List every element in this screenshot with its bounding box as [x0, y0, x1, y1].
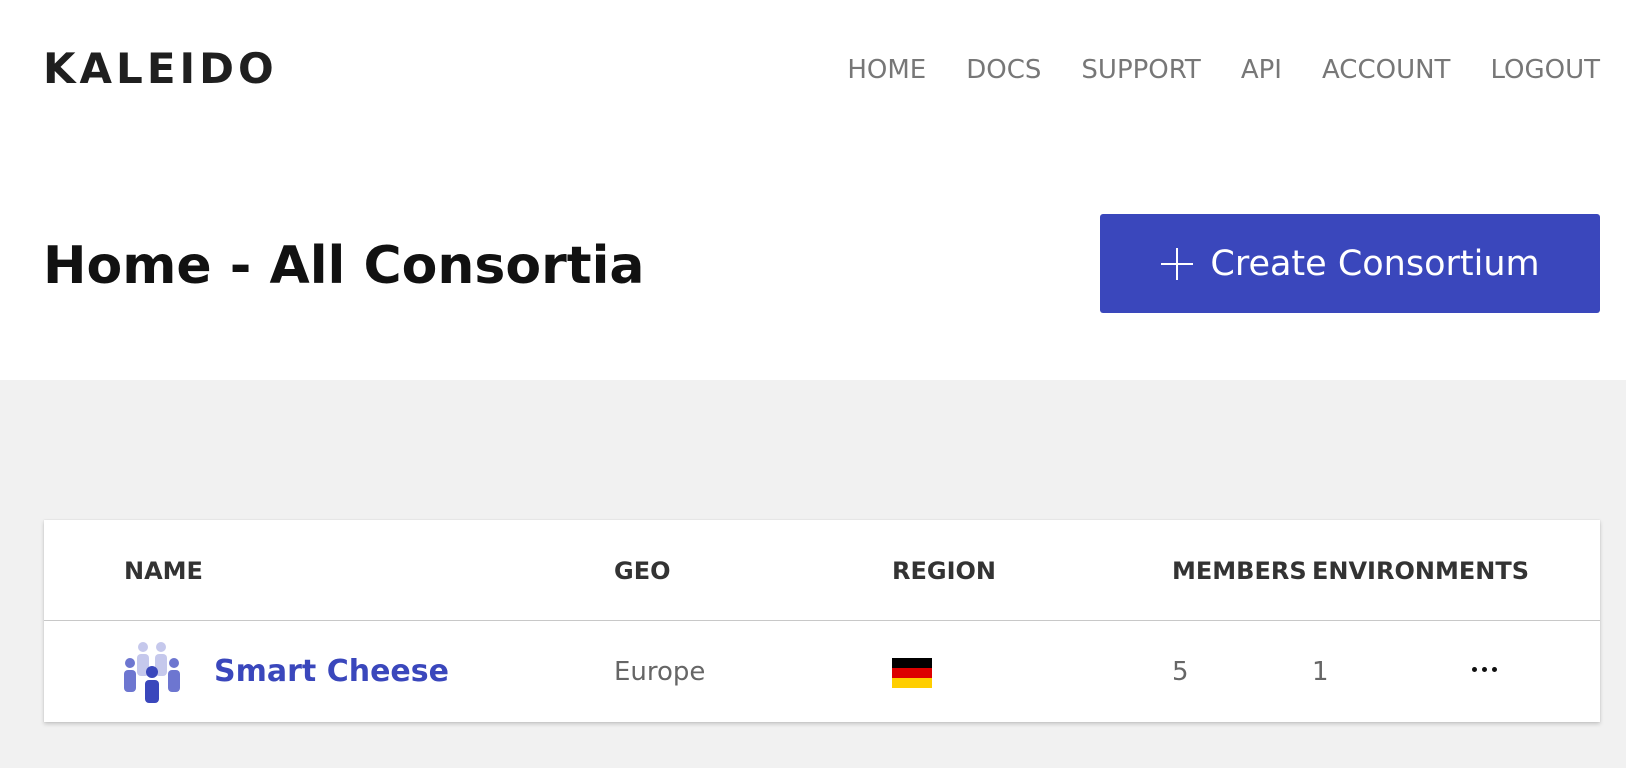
column-header-name[interactable]: NAME [124, 555, 203, 587]
environments-count: 1 [1312, 657, 1329, 687]
more-horizontal-icon[interactable] [1467, 654, 1501, 684]
plus-icon [1161, 247, 1194, 280]
nav-docs[interactable]: DOCS [966, 50, 1041, 90]
header-area: KALEIDO HOME DOCS SUPPORT API ACCOUNT LO… [0, 0, 1626, 380]
consortia-table: NAME GEO REGION MEMBERS ENVIRONMENTS Sma… [44, 520, 1600, 722]
top-nav: HOME DOCS SUPPORT API ACCOUNT LOGOUT [807, 50, 1600, 90]
table-row[interactable]: Smart Cheese Europe 5 1 [44, 621, 1600, 722]
column-header-members[interactable]: MEMBERS [1172, 555, 1307, 587]
create-consortium-label: Create Consortium [1210, 243, 1540, 284]
nav-home[interactable]: HOME [847, 50, 926, 90]
consortium-name-link[interactable]: Smart Cheese [214, 653, 449, 691]
nav-support[interactable]: SUPPORT [1081, 50, 1200, 90]
page-title: Home - All Consortia [43, 236, 645, 296]
create-consortium-button[interactable]: Create Consortium [1100, 214, 1600, 313]
kaleido-logo[interactable]: KALEIDO [43, 40, 278, 98]
germany-flag-icon [892, 658, 932, 688]
column-header-geo[interactable]: GEO [614, 555, 671, 587]
table-header: NAME GEO REGION MEMBERS ENVIRONMENTS [44, 520, 1600, 621]
geo-value: Europe [614, 657, 706, 687]
people-group-icon [124, 642, 180, 703]
column-header-region[interactable]: REGION [892, 555, 996, 587]
page: KALEIDO HOME DOCS SUPPORT API ACCOUNT LO… [0, 0, 1626, 768]
nav-account[interactable]: ACCOUNT [1322, 50, 1450, 90]
column-header-environments[interactable]: ENVIRONMENTS [1312, 555, 1529, 587]
members-count: 5 [1172, 657, 1189, 687]
nav-logout[interactable]: LOGOUT [1490, 50, 1600, 90]
nav-api[interactable]: API [1241, 50, 1282, 90]
